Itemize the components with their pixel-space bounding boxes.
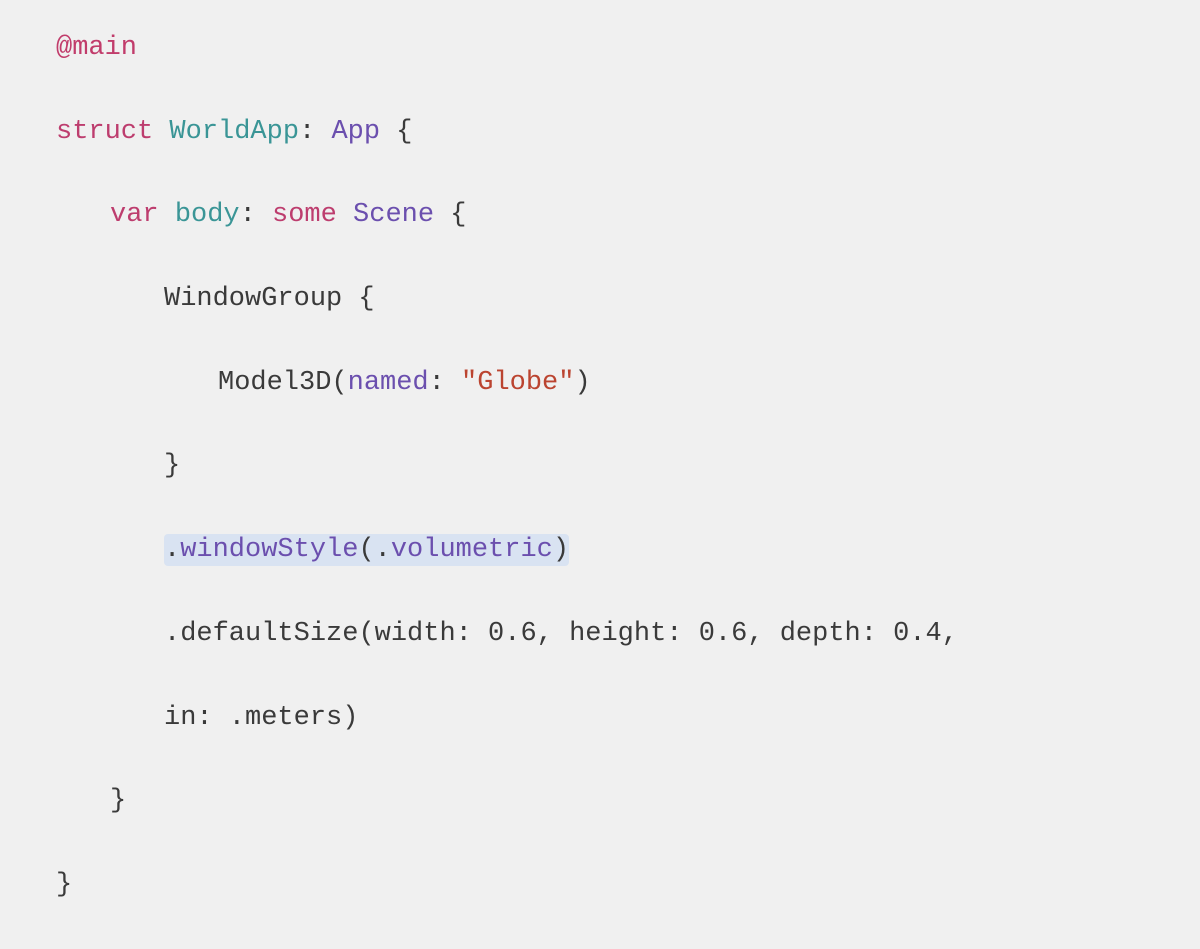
method-windowstyle: windowStyle <box>180 535 358 565</box>
method-defaultsize: defaultSize <box>180 619 358 649</box>
param-width: width <box>375 619 456 649</box>
code-line-1: @main <box>56 28 1144 70</box>
code-line-3: var body: some Scene { <box>56 195 1144 237</box>
value-volumetric: volumetric <box>391 535 553 565</box>
keyword-var: var <box>110 200 159 230</box>
param-height: height <box>569 619 666 649</box>
code-line-4: WindowGroup { <box>56 279 1144 321</box>
type-scene: Scene <box>353 200 434 230</box>
param-named: named <box>348 368 429 398</box>
code-line-11: } <box>56 865 1144 907</box>
attribute-main: @main <box>56 33 137 63</box>
param-depth: depth <box>780 619 861 649</box>
code-line-7: .windowStyle(.volumetric) <box>56 530 1144 572</box>
code-line-10: } <box>56 781 1144 823</box>
code-line-5: Model3D(named: "Globe") <box>56 363 1144 405</box>
protocol-app: App <box>331 117 380 147</box>
code-line-8: .defaultSize(width: 0.6, height: 0.6, de… <box>56 614 1144 656</box>
code-line-2: struct WorldApp: App { <box>56 112 1144 154</box>
keyword-struct: struct <box>56 117 153 147</box>
value-meters: meters <box>245 703 342 733</box>
type-windowgroup: WindowGroup <box>164 284 342 314</box>
property-body: body <box>175 200 240 230</box>
string-globe: "Globe" <box>461 368 574 398</box>
highlighted-line: .windowStyle(.volumetric) <box>164 534 569 566</box>
type-name: WorldApp <box>169 117 299 147</box>
param-in: in <box>164 703 196 733</box>
keyword-some: some <box>272 200 337 230</box>
code-block: @main struct WorldApp: App { var body: s… <box>56 28 1144 949</box>
code-line-6: } <box>56 446 1144 488</box>
code-line-9: in: .meters) <box>56 698 1144 740</box>
type-model3d: Model3D <box>218 368 331 398</box>
